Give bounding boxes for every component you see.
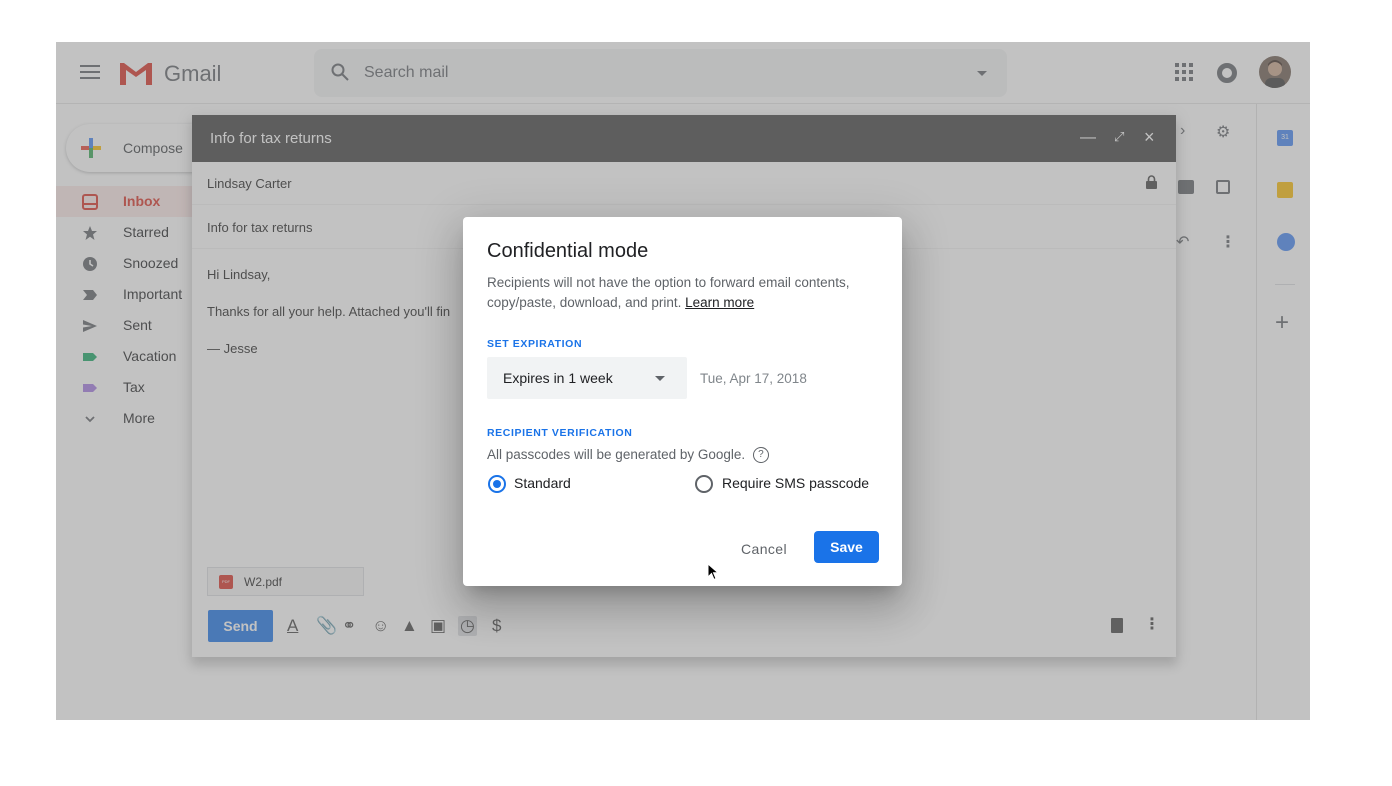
help-icon[interactable]: ? xyxy=(752,447,769,464)
cancel-button[interactable]: Cancel xyxy=(729,533,799,565)
sms-passcode-radio[interactable] xyxy=(695,475,713,493)
expiration-dropdown[interactable]: Expires in 1 week xyxy=(487,357,687,399)
expiration-date: Tue, Apr 17, 2018 xyxy=(700,371,807,386)
verification-note-text: All passcodes will be generated by Googl… xyxy=(487,447,746,462)
sms-passcode-radio-label[interactable]: Require SMS passcode xyxy=(722,475,869,491)
mouse-cursor-icon xyxy=(707,563,719,581)
verification-note: All passcodes will be generated by Googl… xyxy=(487,447,769,464)
learn-more-link[interactable]: Learn more xyxy=(685,295,754,310)
expiration-selected-value: Expires in 1 week xyxy=(503,370,613,386)
recipient-verification-label: RECIPIENT VERIFICATION xyxy=(487,427,633,439)
standard-radio[interactable] xyxy=(488,475,506,493)
gmail-window: Gmail Compose Inbox Starred Snooz xyxy=(56,42,1310,720)
set-expiration-label: SET EXPIRATION xyxy=(487,338,583,350)
dialog-description-text: Recipients will not have the option to f… xyxy=(487,275,850,310)
dropdown-caret-icon xyxy=(655,376,665,381)
dialog-description: Recipients will not have the option to f… xyxy=(487,273,882,313)
save-button[interactable]: Save xyxy=(814,531,879,563)
confidential-mode-dialog: Confidential mode Recipients will not ha… xyxy=(463,217,902,586)
standard-radio-label[interactable]: Standard xyxy=(514,475,571,491)
dialog-title: Confidential mode xyxy=(487,240,649,262)
